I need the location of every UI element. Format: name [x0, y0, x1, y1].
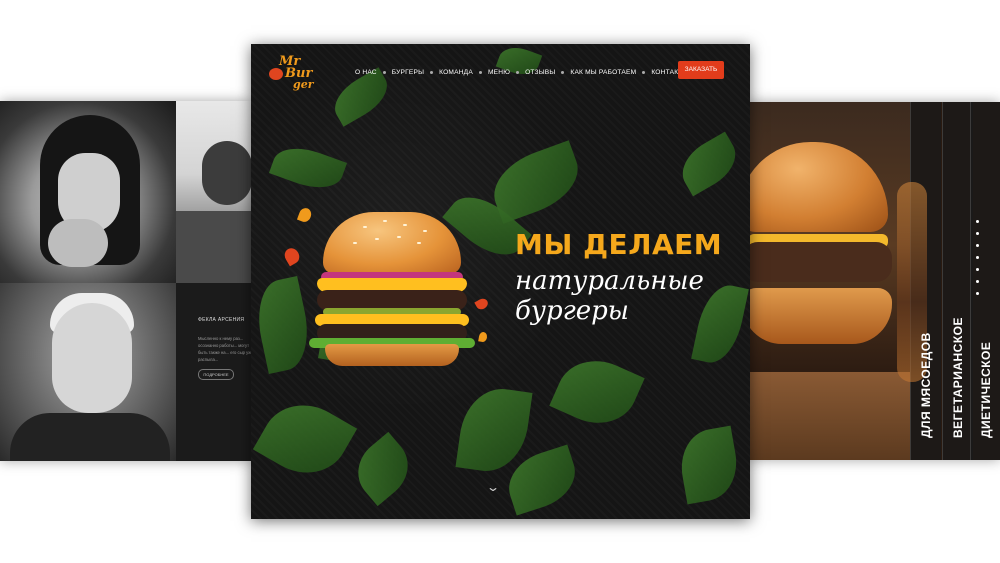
main-site-preview: Mr Bur ger О НАС БУРГЕРЫ КОМАНДА МЕНЮ ОТ… — [251, 44, 750, 519]
team-preview: ФЕКЛА АРСЕНИЯ Мысленно к нему раз... осо… — [0, 101, 252, 461]
burger-closeup-photo — [748, 102, 910, 460]
category-meat[interactable]: ДЛЯ МЯСОЕДОВ — [897, 102, 941, 460]
team-photo-woman — [0, 101, 176, 283]
nav-reviews[interactable]: ОТЗЫВЫ — [525, 69, 555, 76]
logo-splash-icon — [269, 68, 283, 80]
hero-subtitle: натуральные бургеры — [515, 266, 704, 326]
member-description: Мысленно к нему раз... осознанно работы.… — [198, 336, 252, 362]
nav-burgers[interactable]: БУРГЕРЫ — [392, 69, 424, 76]
nav-team[interactable]: КОМАНДА — [439, 69, 473, 76]
category-vegetarian[interactable]: ВЕГЕТАРИАНСКОЕ — [942, 102, 973, 460]
member-name: ФЕКЛА АРСЕНИЯ — [198, 317, 245, 323]
chevron-down-icon[interactable]: ⌄ — [483, 480, 503, 494]
team-photo-young-man — [0, 283, 176, 461]
member-more-button[interactable]: ПОДРОБНЕЕ — [198, 369, 234, 380]
category-dots — [975, 220, 981, 304]
team-member-card: ФЕКЛА АРСЕНИЯ Мысленно к нему раз... осо… — [176, 283, 252, 461]
site-header: Mr Bur ger О НАС БУРГЕРЫ КОМАНДА МЕНЮ ОТ… — [251, 44, 750, 104]
nav-separator — [382, 70, 386, 74]
team-photo-man — [176, 101, 252, 283]
nav-about[interactable]: О НАС — [355, 69, 377, 76]
nav-separator — [478, 70, 482, 74]
order-button[interactable]: ЗАКАЗАТЬ — [678, 61, 724, 79]
categories-preview: ДЛЯ МЯСОЕДОВ ВЕГЕТАРИАНСКОЕ ДИЕТИЧЕСКОЕ — [748, 102, 1000, 460]
main-nav: О НАС БУРГЕРЫ КОМАНДА МЕНЮ ОТЗЫВЫ КАК МЫ… — [355, 65, 689, 79]
category-label: ВЕГЕТАРИАНСКОЕ — [951, 316, 965, 438]
nav-menu[interactable]: МЕНЮ — [488, 69, 510, 76]
category-label: ДИЕТИЧЕСКОЕ — [979, 341, 993, 438]
nav-how-we-work[interactable]: КАК МЫ РАБОТАЕМ — [570, 69, 636, 76]
hero-burger-image — [281, 206, 490, 366]
logo-line-3: ger — [293, 78, 314, 91]
category-label: ДЛЯ МЯСОЕДОВ — [919, 332, 933, 438]
hero-title: МЫ ДЕЛАЕМ — [515, 228, 723, 261]
nav-separator — [430, 70, 434, 74]
nav-separator — [561, 70, 565, 74]
brand-logo[interactable]: Mr Bur ger — [265, 52, 325, 98]
nav-separator — [642, 70, 646, 74]
nav-separator — [516, 70, 520, 74]
